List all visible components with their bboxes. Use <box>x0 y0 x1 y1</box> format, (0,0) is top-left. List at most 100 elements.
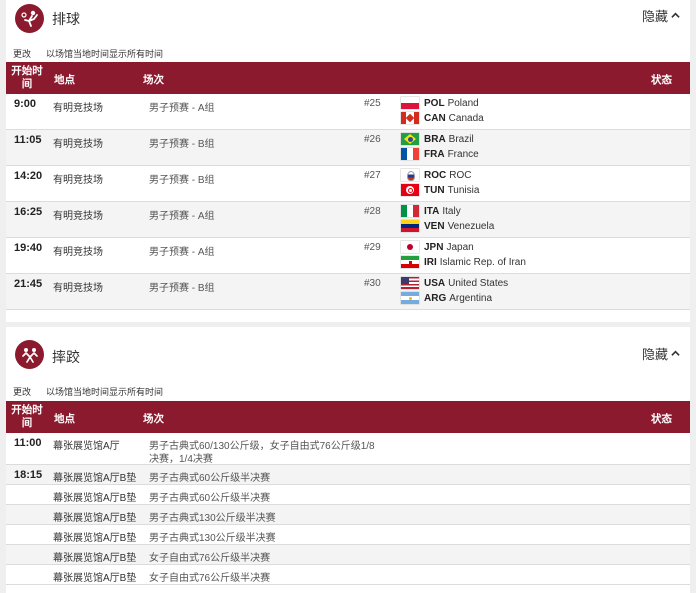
team-code: FRA <box>424 148 445 160</box>
match-number: #25 <box>364 98 381 109</box>
event-name: 男子预赛 - B组 <box>149 139 215 150</box>
table-row[interactable]: 幕张展览馆A厅B垫 男子古典式130公斤级半决赛 <box>6 505 690 525</box>
table-row[interactable]: 14:20 有明竞技场 男子预赛 - B组 #27 ROC ROC TUN Tunisia <box>6 166 690 202</box>
chevron-up-icon <box>671 350 680 356</box>
timezone-note: 以场馆当地时间显示所有时间 <box>46 387 164 397</box>
header-status: 状态 <box>651 74 672 86</box>
header-status: 状态 <box>651 413 672 425</box>
header-time: 开始时间 <box>11 65 43 90</box>
fra-flag-icon <box>401 148 419 160</box>
venue: 有明竞技场 <box>53 175 103 186</box>
team-code: BRA <box>424 133 446 145</box>
team-code: ITA <box>424 205 440 217</box>
change-timezone-link[interactable]: 更改 <box>13 385 31 398</box>
header-venue: 地点 <box>54 413 75 425</box>
event-name: 男子预赛 - A组 <box>149 211 215 222</box>
table-row[interactable]: 16:25 有明竞技场 男子预赛 - A组 #28 ITA Italy VEN Venezue… <box>6 202 690 238</box>
event-name: 男子预赛 - B组 <box>149 283 215 294</box>
section-header: 排球 隐藏 <box>6 0 690 44</box>
match-number: #27 <box>364 170 381 181</box>
volleyball-player-icon <box>15 4 44 33</box>
event-name: 决赛，1/4决赛 <box>149 454 213 465</box>
event-name: 男子预赛 - A组 <box>149 103 215 114</box>
team-name: Venezuela <box>447 220 495 232</box>
section-title: 摔跤 <box>52 349 80 365</box>
team-code: ROC <box>424 169 447 181</box>
table-row[interactable]: 11:00 幕张展览馆A厅 男子古典式60/130公斤级，女子自由式76公斤级1/8… <box>6 433 690 465</box>
team-code: ARG <box>424 292 447 304</box>
table-row[interactable]: 9:00 有明竞技场 男子预赛 - A组 #25 POL Poland CAN Canada <box>6 94 690 130</box>
team-name: Brazil <box>448 133 474 145</box>
can-flag-icon <box>401 112 419 124</box>
team-name: Argentina <box>449 292 493 304</box>
table-row[interactable]: 幕张展览馆A厅B垫 女子自由式76公斤级半决赛 <box>6 565 690 585</box>
timezone-note: 以场馆当地时间显示所有时间 <box>46 49 164 59</box>
team-code: VEN <box>424 220 445 232</box>
roc-flag-icon <box>401 169 419 181</box>
section-header: 摔跤 隐藏 <box>6 327 690 377</box>
start-time: 21:45 <box>14 278 43 290</box>
hide-label: 隐藏 <box>641 9 668 24</box>
hide-button[interactable]: 隐藏 <box>642 6 680 25</box>
start-time: 11:05 <box>14 134 42 146</box>
team: ITA Italy <box>401 204 461 218</box>
event-name: 男子预赛 - A组 <box>149 247 215 258</box>
venue: 有明竞技场 <box>53 139 103 150</box>
hide-button[interactable]: 隐藏 <box>642 344 680 363</box>
pol-flag-icon <box>401 97 419 109</box>
table-row[interactable]: 18:15 幕张展览馆A厅B垫 男子古典式60公斤级半决赛 <box>6 465 690 485</box>
team: FRA France <box>401 147 479 161</box>
team-name: Islamic Rep. of Iran <box>439 256 526 268</box>
venue: 幕张展览馆A厅 <box>53 441 120 452</box>
start-time: 16:25 <box>14 206 43 218</box>
venue: 幕张展览馆A厅B垫 <box>53 573 137 584</box>
header-event: 场次 <box>143 413 164 425</box>
iri-flag-icon <box>401 256 419 268</box>
header-time: 开始时间 <box>11 404 43 429</box>
tun-flag-icon <box>401 184 419 196</box>
table-header: 开始时间 地点 场次 状态 <box>6 401 690 433</box>
event-name: 女子自由式76公斤级半决赛 <box>149 553 271 564</box>
header-event: 场次 <box>143 74 164 86</box>
ven-flag-icon <box>401 220 419 232</box>
header-venue: 地点 <box>54 74 75 86</box>
venue: 有明竞技场 <box>53 211 103 222</box>
team-name: France <box>447 148 479 160</box>
event-name: 男子古典式130公斤级半决赛 <box>149 533 276 544</box>
team-code: JPN <box>424 241 444 253</box>
table-row[interactable]: 11:05 有明竞技场 男子预赛 - B组 #26 BRA Brazil FRA France <box>6 130 690 166</box>
team-code: POL <box>424 97 445 109</box>
team-name: United States <box>448 277 509 289</box>
bra-flag-icon <box>401 133 419 145</box>
timezone-bar: 更改 以场馆当地时间显示所有时间 <box>6 377 690 401</box>
team: IRI Islamic Rep. of Iran <box>401 255 526 269</box>
venue: 幕张展览馆A厅B垫 <box>53 533 137 544</box>
team: USA United States <box>401 276 508 290</box>
table-row[interactable]: 21:45 有明竞技场 男子预赛 - B组 #30 USA United States AR… <box>6 274 690 310</box>
table-row[interactable]: 19:40 有明竞技场 男子预赛 - A组 #29 JPN Japan IRI Islamic… <box>6 238 690 274</box>
team-code: USA <box>424 277 446 289</box>
team-name: Italy <box>442 205 461 217</box>
match-number: #29 <box>364 242 381 253</box>
start-time: 18:15 <box>14 469 43 481</box>
venue: 幕张展览馆A厅B垫 <box>53 473 137 484</box>
table-row[interactable]: 幕张展览馆A厅B垫 男子古典式130公斤级半决赛 <box>6 525 690 545</box>
table-row[interactable]: 幕张展览馆A厅B垫 女子自由式76公斤级半决赛 <box>6 545 690 565</box>
team: BRA Brazil <box>401 132 474 146</box>
team: TUN Tunisia <box>401 183 479 197</box>
arg-flag-icon <box>401 292 419 304</box>
wrestling-icon <box>15 340 44 369</box>
match-number: #28 <box>364 206 381 217</box>
ita-flag-icon <box>401 205 419 217</box>
team: JPN Japan <box>401 240 474 254</box>
schedule-page: 排球 隐藏 更改 以场馆当地时间显示所有时间 开始时间 地点 场次 状态 9:0… <box>0 0 696 593</box>
change-timezone-link[interactable]: 更改 <box>13 47 31 60</box>
venue: 幕张展览馆A厅B垫 <box>53 493 137 504</box>
sport-section-volleyball: 排球 隐藏 更改 以场馆当地时间显示所有时间 开始时间 地点 场次 状态 9:0… <box>6 0 690 322</box>
section-title: 排球 <box>52 11 80 27</box>
hide-label: 隐藏 <box>641 347 668 362</box>
start-time: 11:00 <box>14 437 42 449</box>
venue: 幕张展览馆A厅B垫 <box>53 553 137 564</box>
table-row[interactable]: 幕张展览馆A厅B垫 男子古典式60公斤级半决赛 <box>6 485 690 505</box>
event-name: 男子古典式130公斤级半决赛 <box>149 513 276 524</box>
